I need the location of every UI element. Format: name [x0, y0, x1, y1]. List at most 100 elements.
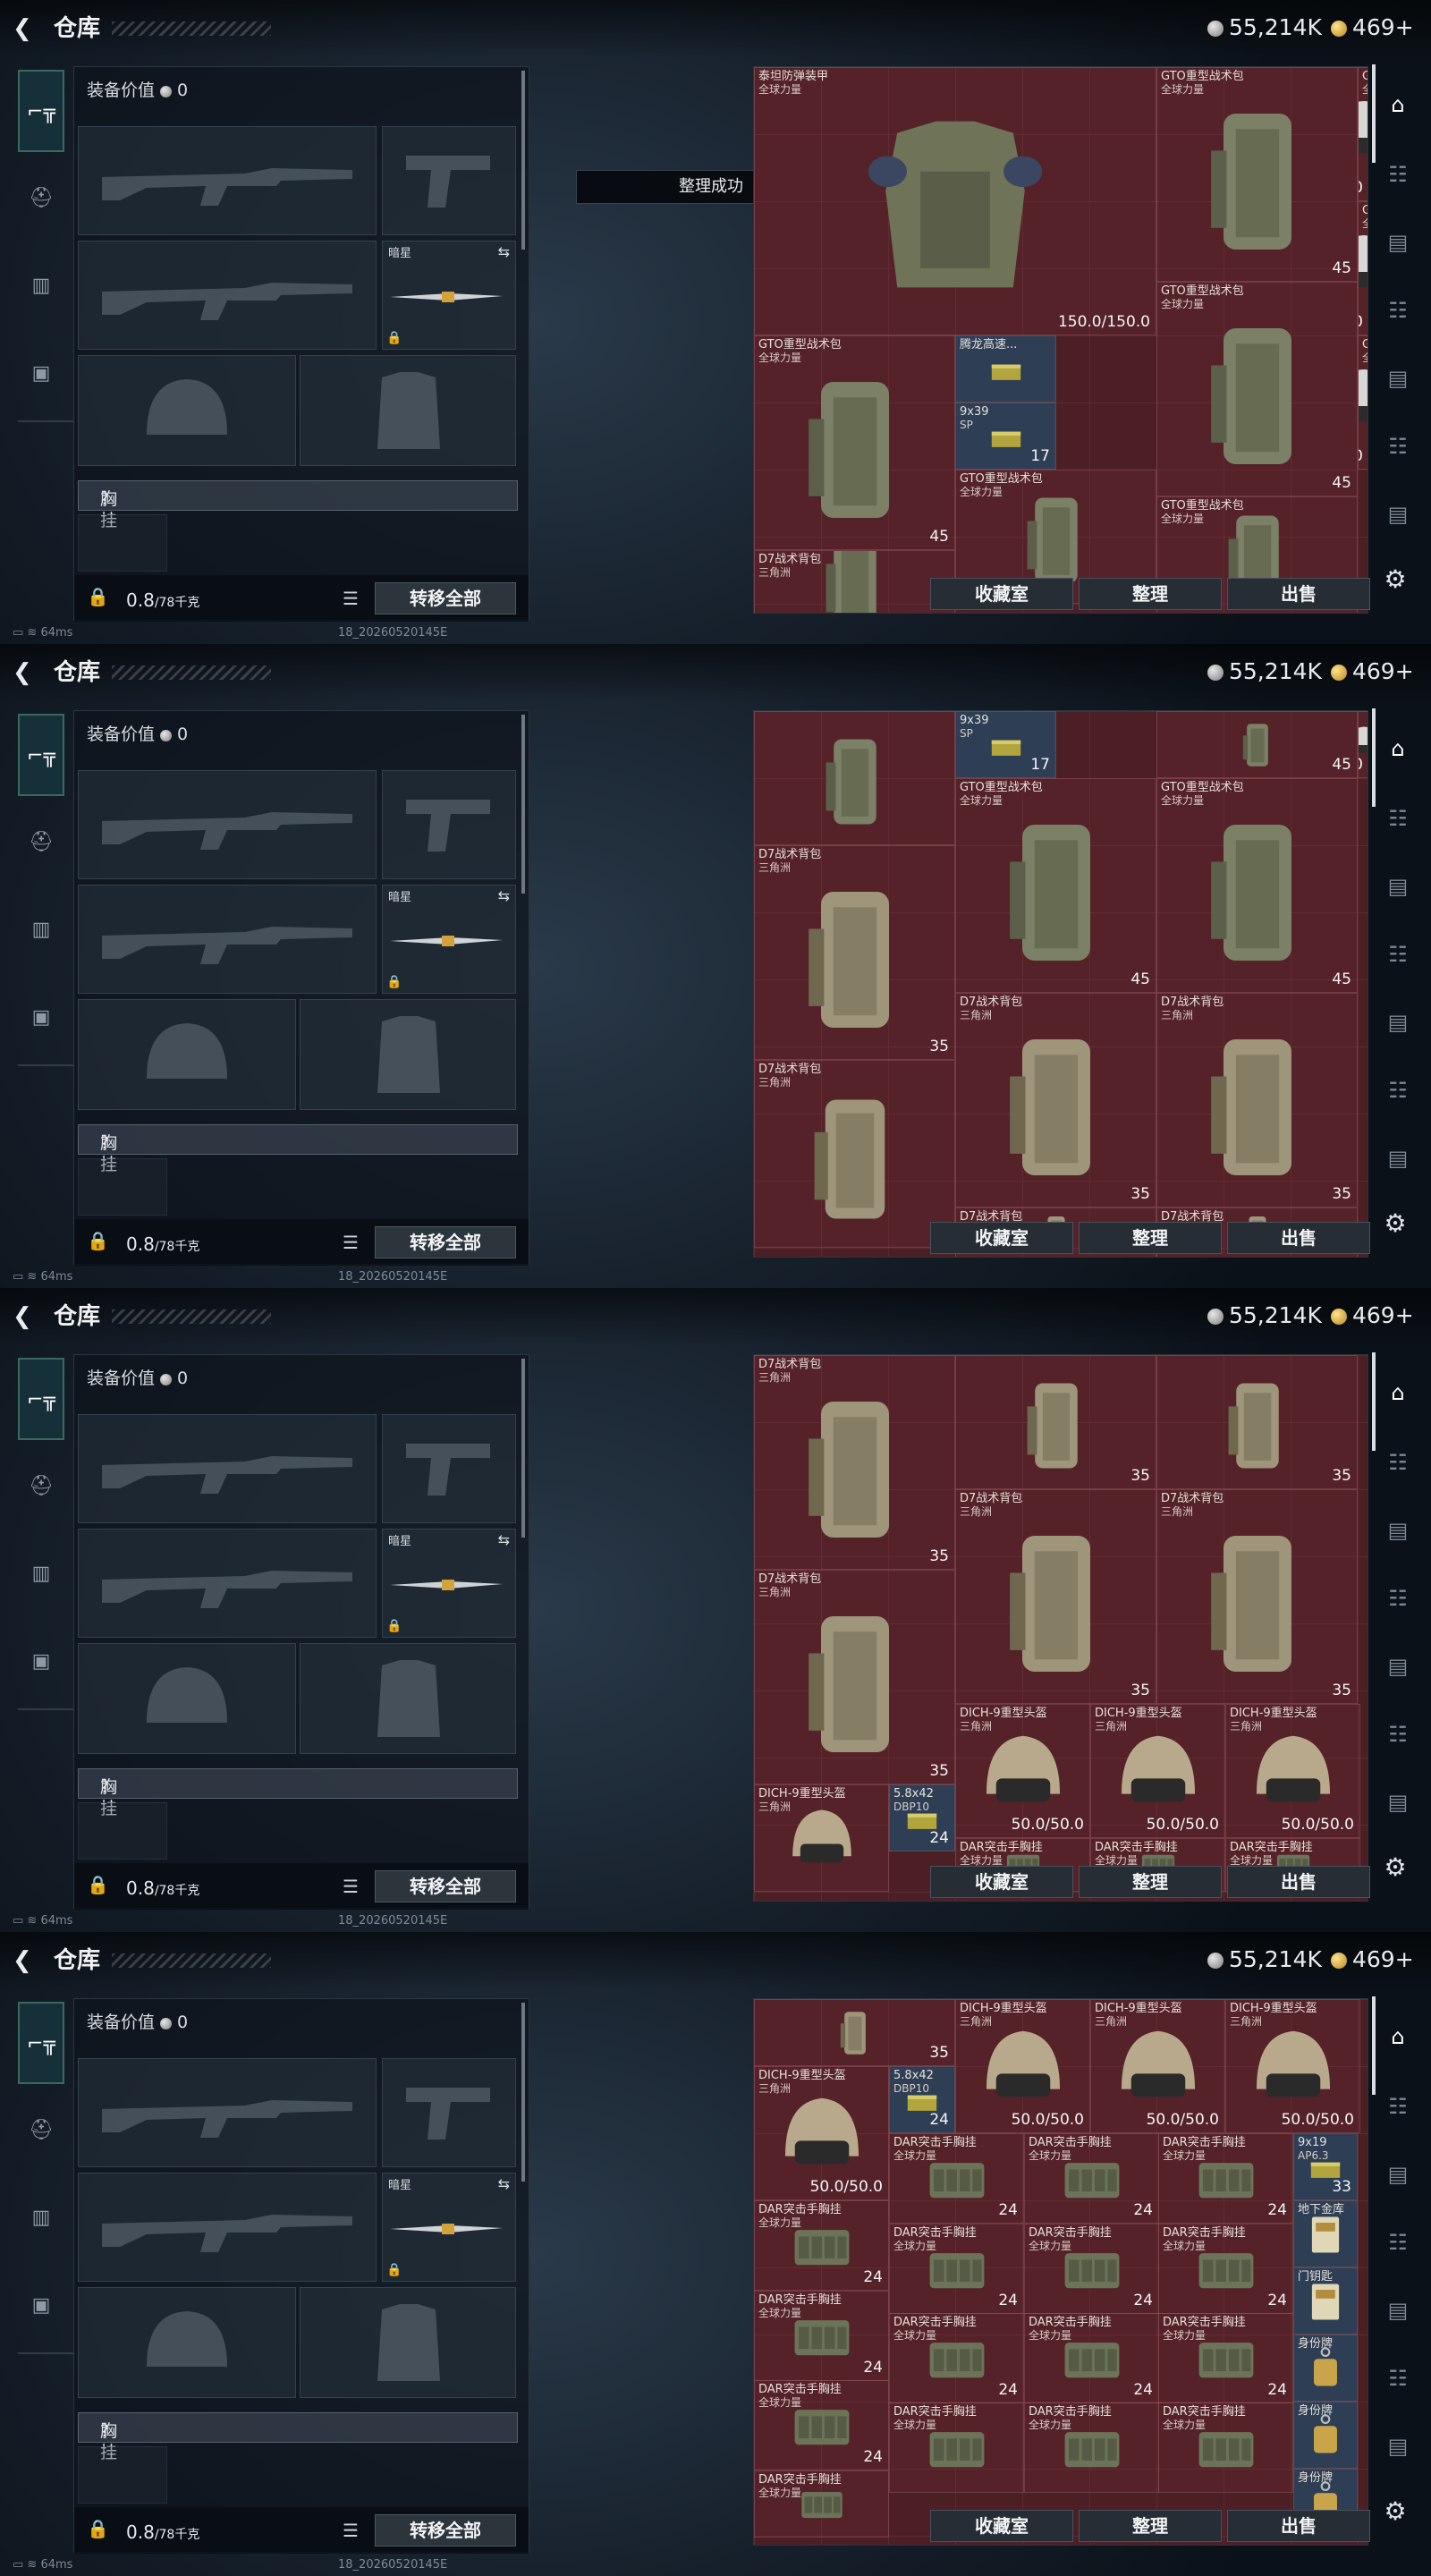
collection-room-button[interactable]: 收藏室: [930, 1866, 1073, 1898]
secondary-weapon-slot[interactable]: [78, 2173, 377, 2282]
list-icon[interactable]: ☰: [343, 1876, 359, 1897]
stash-item[interactable]: DAR突击手胸挂 全球力量 24: [1024, 2133, 1159, 2224]
stash-item[interactable]: 35: [955, 1355, 1156, 1489]
stash-tab-icon[interactable]: ⌂: [1379, 1374, 1417, 1411]
armor-slot[interactable]: [300, 1643, 516, 1754]
stash-item[interactable]: 45: [1156, 711, 1358, 778]
stash-item[interactable]: DICH-9重型头盔 三角洲 50.0/50.0: [1225, 1704, 1360, 1838]
transfer-all-button[interactable]: 转移全部: [375, 1870, 516, 1902]
stash-scrollbar[interactable]: [1372, 708, 1376, 807]
equipment-scrollbar[interactable]: [521, 2003, 525, 2182]
equipment-scrollbar[interactable]: [521, 71, 525, 250]
backpack-icon[interactable]: ▥: [18, 1553, 64, 1596]
stash-item[interactable]: GTO重型战术包 全球力量 45: [1156, 67, 1358, 282]
helmet-icon[interactable]: ⛑: [18, 821, 64, 864]
stash-tab-4-icon[interactable]: ☷: [1379, 1580, 1417, 1617]
gold-currency[interactable]: 469+: [1331, 1302, 1414, 1329]
stash-item[interactable]: GT5 指挥官头盔全球力量 58.0/56.0: [1358, 335, 1367, 470]
sort-button[interactable]: 整理: [1079, 1866, 1222, 1898]
stash-item[interactable]: 5.8x42 DBP10 24: [889, 2066, 955, 2133]
swap-icon[interactable]: ⇆: [498, 1531, 510, 1548]
backpack-icon[interactable]: ▥: [18, 2197, 64, 2240]
stash-tab-5-icon[interactable]: ▤: [1379, 2292, 1417, 2329]
stash-item[interactable]: 9x39 SP 17: [955, 402, 1056, 470]
stash-item[interactable]: D7战术背包 三角洲 35: [955, 1489, 1156, 1704]
stash-tab-5-icon[interactable]: ▤: [1379, 1648, 1417, 1685]
stash-item[interactable]: DAR突击手胸挂 全球力量 24: [754, 2380, 889, 2470]
equipment-scrollbar[interactable]: [521, 1359, 525, 1538]
stash-item[interactable]: [754, 711, 955, 845]
sort-button[interactable]: 整理: [1079, 1222, 1222, 1254]
stash-item[interactable]: 身份牌: [1293, 2334, 1358, 2402]
stash-item[interactable]: DICH-9重型头盔 三角洲 50.0/50.0: [1090, 1999, 1225, 2133]
stash-item[interactable]: GTO重型战术包 全球力量 45: [754, 335, 955, 550]
stash-item[interactable]: D7战术背包 三角洲 35: [754, 1355, 955, 1570]
collection-room-button[interactable]: 收藏室: [930, 2510, 1073, 2542]
pistol-slot[interactable]: [382, 770, 516, 879]
chest-rig-header[interactable]: 胸挂 ?: [78, 480, 518, 530]
stash-item[interactable]: DAR突击手胸挂 全球力量 24: [889, 2133, 1024, 2224]
stash-item[interactable]: D7战术背包三角洲: [754, 550, 955, 613]
sell-button[interactable]: 出售: [1227, 1222, 1370, 1254]
chest-rig-slot[interactable]: [78, 514, 167, 572]
sort-button[interactable]: 整理: [1079, 578, 1222, 610]
stash-item[interactable]: DAR突击手胸挂 全球力量 24: [1024, 2313, 1159, 2403]
stash-item[interactable]: DICH-9重型头盔 三角洲 50.0/50.0: [955, 1999, 1090, 2133]
stash-item[interactable]: DICH-9重型头盔 三角洲: [754, 1784, 889, 1892]
stash-item[interactable]: DAR突击手胸挂 全球力量 24: [889, 2313, 1024, 2403]
stash-item[interactable]: D7战术背包 三角洲 35: [754, 845, 955, 1060]
chest-rig-header[interactable]: 胸挂 ?: [78, 1124, 518, 1174]
stash-tab-3-icon[interactable]: ▤: [1379, 1512, 1417, 1549]
stash-item[interactable]: DAR突击手胸挂 全球力量 24: [754, 2291, 889, 2381]
melee-slot[interactable]: 暗星 ⇆ 🔒: [382, 885, 516, 994]
stash-item[interactable]: GTO重型战术包 全球力量 45: [1156, 282, 1358, 496]
stash-item[interactable]: 5.8x42 DBP10 24: [889, 1784, 955, 1852]
stash-item[interactable]: D7战术背包 三角洲 35: [754, 1570, 955, 1784]
list-icon[interactable]: ☰: [343, 588, 359, 609]
stash-item[interactable]: 35: [754, 1999, 955, 2066]
gold-currency[interactable]: 469+: [1331, 1946, 1414, 1973]
help-icon[interactable]: ?: [100, 1776, 109, 1798]
transfer-all-button[interactable]: 转移全部: [375, 2514, 516, 2546]
melee-slot[interactable]: 暗星 ⇆ 🔒: [382, 2173, 516, 2282]
swap-icon[interactable]: ⇆: [498, 2175, 510, 2192]
stash-item[interactable]: DAR突击手胸挂 全球力量: [1158, 2402, 1293, 2493]
stash-tab-3-icon[interactable]: ▤: [1379, 224, 1417, 261]
stash-item[interactable]: DAR突击手胸挂 全球力量 24: [1158, 2133, 1293, 2224]
melee-slot[interactable]: 暗星 ⇆ 🔒: [382, 1529, 516, 1638]
stash-tab-2-icon[interactable]: ☷: [1379, 1444, 1417, 1481]
settings-gear-icon[interactable]: ⚙: [1377, 1850, 1413, 1885]
chest-rig-slot[interactable]: [78, 2446, 167, 2504]
chest-rig-header[interactable]: 胸挂 ?: [78, 2412, 518, 2462]
stash-item[interactable]: 地下金库: [1293, 2200, 1358, 2267]
pistol-slot[interactable]: [382, 1414, 516, 1523]
gold-currency[interactable]: 469+: [1331, 658, 1414, 685]
stash-tab-icon[interactable]: ⌂: [1379, 2018, 1417, 2055]
stash-item[interactable]: DAR突击手胸挂 全球力量: [754, 2470, 889, 2538]
stash-tab-6-icon[interactable]: ☷: [1379, 428, 1417, 465]
help-icon[interactable]: ?: [100, 488, 109, 510]
stash-item[interactable]: D7战术背包 三角洲 35: [1156, 1489, 1358, 1704]
stash-tab-7-icon[interactable]: ▤: [1379, 496, 1417, 533]
stash-item[interactable]: DAR突击手胸挂 全球力量 24: [1158, 2313, 1293, 2403]
stash-tab-2-icon[interactable]: ☷: [1379, 800, 1417, 837]
armor-slot[interactable]: [300, 999, 516, 1110]
stash-item[interactable]: DAR突击手胸挂 全球力量 24: [1158, 2224, 1293, 2314]
pistol-slot[interactable]: [382, 2058, 516, 2167]
stash-tab-2-icon[interactable]: ☷: [1379, 156, 1417, 193]
stash-item[interactable]: D7战术背包 三角洲 35: [955, 993, 1156, 1208]
settings-gear-icon[interactable]: ⚙: [1377, 2494, 1413, 2529]
gun-icon[interactable]: ⌐╦: [18, 1358, 64, 1440]
help-icon[interactable]: ?: [100, 2420, 109, 2442]
back-arrow-icon[interactable]: ❮: [13, 660, 32, 685]
list-icon[interactable]: ☰: [343, 1232, 359, 1253]
sell-button[interactable]: 出售: [1227, 578, 1370, 610]
stash-item[interactable]: 泰坦防弹装甲 全球力量 150.0/150.0: [754, 67, 1156, 335]
secondary-weapon-slot[interactable]: [78, 1529, 377, 1638]
stash-item[interactable]: 56.0/56.0: [1358, 711, 1367, 778]
stash-tab-3-icon[interactable]: ▤: [1379, 868, 1417, 905]
stash-tab-7-icon[interactable]: ▤: [1379, 1784, 1417, 1821]
stash-tab-6-icon[interactable]: ☷: [1379, 1716, 1417, 1753]
stash-item[interactable]: DICH-9重型头盔 三角洲 50.0/50.0: [1225, 1999, 1360, 2133]
chest-rig-slot[interactable]: [78, 1802, 167, 1860]
